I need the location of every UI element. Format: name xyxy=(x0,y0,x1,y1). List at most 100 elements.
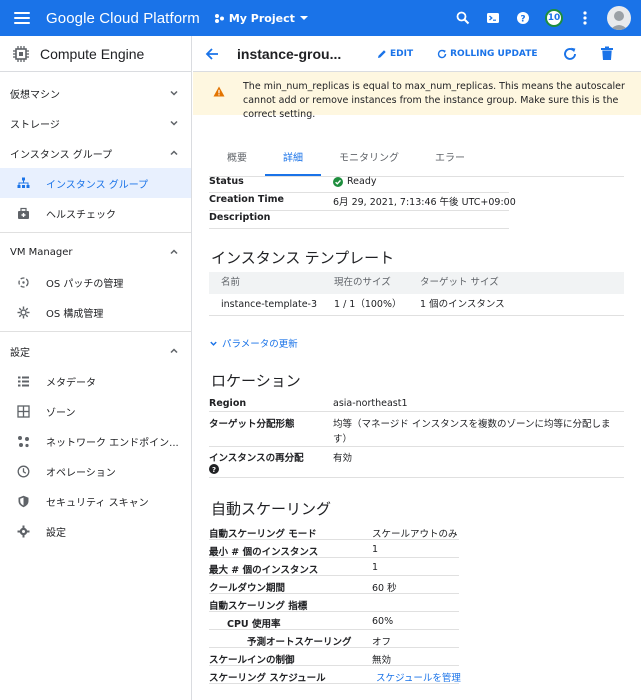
notification-badge[interactable]: 10 xyxy=(545,9,563,27)
chevron-down-icon xyxy=(210,341,217,346)
rolling-update-button[interactable]: ROLLING UPDATE xyxy=(437,48,538,59)
sidebar-section-storage[interactable]: ストレージ xyxy=(0,108,191,138)
tab-details[interactable]: 詳細 xyxy=(265,148,321,176)
target-distribution-value: 均等（マネージド インスタンスを複数のゾーンに均等に分配しま xyxy=(333,419,611,430)
tab-monitoring[interactable]: モニタリング xyxy=(321,148,417,176)
min-instances-value: 1 xyxy=(372,544,379,555)
sidebar-item-label: OS 構成管理 xyxy=(46,308,104,320)
chevron-down-icon xyxy=(170,120,178,126)
sidebar-item-metadata[interactable]: メタデータ xyxy=(0,366,191,396)
sidebar-divider xyxy=(0,232,191,233)
edit-button[interactable]: EDIT xyxy=(377,49,413,59)
section-label: VM Manager xyxy=(10,246,73,258)
more-vert-icon[interactable] xyxy=(577,10,593,26)
sidebar-item-os-config[interactable]: OS 構成管理 xyxy=(0,297,191,327)
sidebar-item-settings[interactable]: 設定 xyxy=(0,516,191,546)
menu-icon[interactable] xyxy=(0,0,44,36)
manage-schedule-link[interactable]: スケジュールを管理 xyxy=(376,670,461,684)
sidebar-item-operations[interactable]: オペレーション xyxy=(0,456,191,486)
tab-errors[interactable]: エラー xyxy=(417,148,483,176)
row-divider xyxy=(209,611,459,612)
max-instances-value: 1 xyxy=(372,562,379,573)
chevron-up-icon xyxy=(170,150,178,156)
min-instances-label: 最小 # 個のインスタンス xyxy=(209,547,319,558)
update-params-toggle[interactable]: パラメータの更新 xyxy=(209,336,298,350)
zones-icon xyxy=(16,404,30,418)
status-text: Ready xyxy=(347,176,377,187)
chevron-up-icon xyxy=(170,249,178,255)
help-icon[interactable]: ? xyxy=(515,10,531,26)
top-app-bar: Google Cloud Platform My Project ? 10 xyxy=(0,0,641,36)
table-row: instance-template-3 1 / 1（100%） 1 個のインスタ… xyxy=(209,294,624,316)
row-divider xyxy=(209,192,509,193)
sidebar-item-os-patch[interactable]: OS パッチの管理 xyxy=(0,267,191,297)
project-name: My Project xyxy=(228,11,295,25)
redistribute-value: 有効 xyxy=(333,453,353,464)
sidebar-item-health-checks[interactable]: ヘルスチェック xyxy=(0,198,191,228)
project-selector[interactable]: My Project xyxy=(214,12,309,25)
cloud-shell-icon[interactable] xyxy=(485,10,501,26)
pencil-icon xyxy=(378,49,386,58)
chevron-down-icon xyxy=(170,90,178,96)
sidebar-section-vm-manager[interactable]: VM Manager xyxy=(0,237,191,267)
row-divider xyxy=(209,446,624,447)
help-circle-icon[interactable]: ? xyxy=(209,464,219,474)
warning-banner: The min_num_replicas is equal to max_num… xyxy=(193,72,641,120)
target-distribution-value-cont: す） xyxy=(333,434,353,445)
update-params-label: パラメータの更新 xyxy=(222,339,298,350)
row-divider xyxy=(209,575,459,576)
edit-label: EDIT xyxy=(390,48,414,59)
search-icon[interactable] xyxy=(455,10,471,26)
rolling-update-icon xyxy=(437,49,447,58)
svg-text:?: ? xyxy=(520,14,525,24)
tab-overview[interactable]: 概要 xyxy=(209,148,265,176)
sidebar-item-zones[interactable]: ゾーン xyxy=(0,396,191,426)
section-label: 設定 xyxy=(10,347,30,359)
section-label: 仮想マシン xyxy=(10,89,60,101)
warning-icon xyxy=(213,86,225,97)
template-heading: インスタンス テンプレート xyxy=(211,250,395,267)
sidebar-item-label: OS パッチの管理 xyxy=(46,278,124,290)
sidebar: Compute Engine 仮想マシン ストレージ インスタンス グループ イ… xyxy=(0,36,192,700)
delete-icon[interactable] xyxy=(600,46,614,61)
sidebar-section-instance-groups[interactable]: インスタンス グループ xyxy=(0,138,191,168)
row-divider xyxy=(209,210,509,211)
creation-label: Creation Time xyxy=(209,194,284,205)
template-name[interactable]: instance-template-3 xyxy=(221,294,317,316)
brand-title[interactable]: Google Cloud Platform xyxy=(46,10,200,27)
section-label: ストレージ xyxy=(10,119,60,131)
chevron-up-icon xyxy=(170,348,178,354)
schedule-label: スケーリング スケジュール xyxy=(209,673,326,684)
column-header: ターゲット サイズ xyxy=(420,277,499,288)
refresh-icon[interactable] xyxy=(562,46,578,62)
current-size: 1 / 1（100%） xyxy=(334,299,402,310)
scale-in-value: 無効 xyxy=(372,655,392,666)
sidebar-section-settings[interactable]: 設定 xyxy=(0,336,191,366)
predictive-label: 予測オートスケーリング xyxy=(247,637,352,648)
row-divider xyxy=(209,477,624,478)
sidebar-item-label: ゾーン xyxy=(46,407,76,419)
rolling-update-label: ROLLING UPDATE xyxy=(450,48,538,59)
compute-engine-icon xyxy=(13,45,29,62)
cooldown-label: クールダウン期間 xyxy=(209,583,286,594)
avatar[interactable] xyxy=(607,6,631,30)
column-header: 名前 xyxy=(221,277,241,288)
sidebar-item-security-scan[interactable]: セキュリティ スキャン xyxy=(0,486,191,516)
network-endpoint-icon xyxy=(16,434,30,448)
location-heading: ロケーション xyxy=(211,373,301,390)
region-value: asia-northeast1 xyxy=(333,398,408,409)
row-divider xyxy=(209,683,459,684)
location-block: Region asia-northeast1 ターゲット分配形態 均等（マネージ… xyxy=(209,398,624,478)
back-arrow-icon[interactable] xyxy=(205,47,219,61)
sidebar-header: Compute Engine xyxy=(0,36,191,72)
sidebar-item-label: インスタンス グループ xyxy=(46,179,149,191)
sidebar-item-network-endpoints[interactable]: ネットワーク エンドポイン... xyxy=(0,426,191,456)
sidebar-section-vm[interactable]: 仮想マシン xyxy=(0,78,191,108)
security-scan-icon xyxy=(16,494,30,508)
sidebar-item-label: オペレーション xyxy=(46,467,116,479)
sidebar-item-label: メタデータ xyxy=(46,377,96,389)
section-label: インスタンス グループ xyxy=(10,149,113,161)
max-instances-label: 最大 # 個のインスタンス xyxy=(209,565,319,576)
sidebar-item-instance-groups[interactable]: インスタンス グループ xyxy=(0,168,191,198)
redistribute-label: インスタンスの再分配 xyxy=(209,453,304,464)
